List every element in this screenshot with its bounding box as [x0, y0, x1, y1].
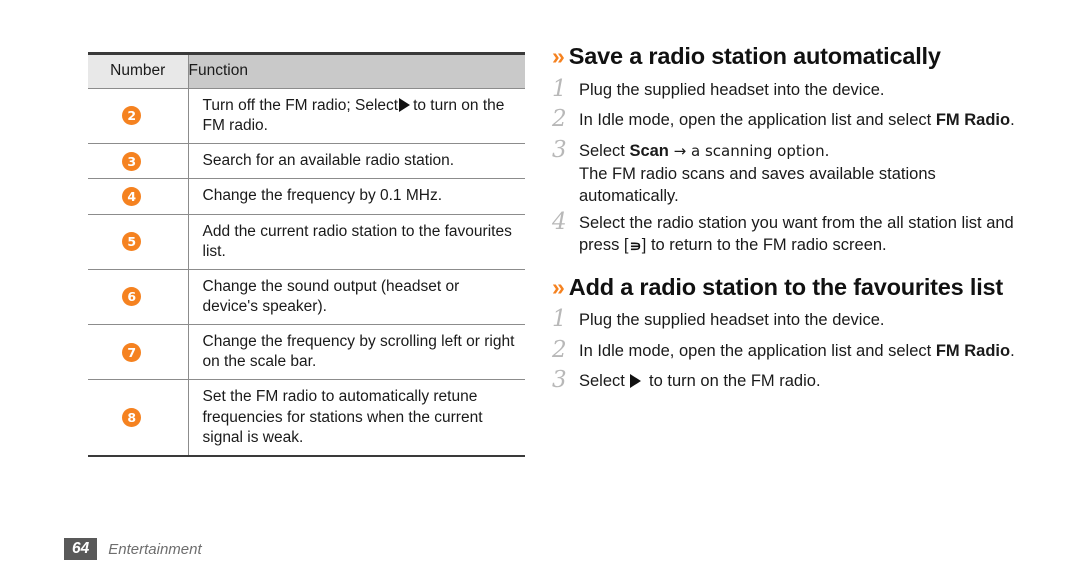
steps-list-save-automatically: 1 Plug the supplied headset into the dev… [552, 75, 1024, 257]
chevron-right-icon: » [552, 273, 565, 300]
step-text-pre: Select [579, 141, 630, 160]
step-text-pre: In Idle mode, open the application list … [579, 111, 936, 130]
step-text-pre: Select [579, 372, 630, 391]
page-number-badge: 64 [64, 538, 98, 561]
step-text-post: . [1010, 341, 1015, 360]
number-badge: 2 [122, 106, 142, 126]
table-header-row: Number Function [88, 52, 525, 89]
table-row: 5 Add the current radio station to the f… [88, 214, 525, 270]
table-row: 3 Search for an available radio station. [88, 143, 525, 180]
row-number-cell: 5 [88, 214, 188, 270]
table-head: Number Function [88, 52, 525, 89]
step-number: 2 [552, 336, 567, 363]
step-text: Plug the supplied headset into the devic… [579, 80, 885, 99]
table-row: 8 Set the FM radio to automatically retu… [88, 379, 525, 457]
step-text: In Idle mode, open the application list … [579, 109, 1024, 132]
number-badge: 5 [122, 232, 142, 252]
chevron-right-icon: » [552, 43, 565, 69]
list-item: 3 Select Scan → a scanning option. The F… [552, 136, 1024, 208]
section-heading-save-automatically: » Save a radio station automatically [552, 43, 1024, 70]
step-text-post: . [1010, 111, 1015, 130]
step-text-pre: In Idle mode, open the application list … [579, 341, 936, 360]
function-text-before: Turn off the FM radio; Select [202, 97, 399, 114]
number-badge: 4 [122, 186, 142, 206]
section-title: Save a radio station automatically [568, 43, 941, 69]
row-number-cell: 4 [88, 178, 188, 215]
step-text-bold: Scan [629, 141, 669, 160]
table-row: 2 Turn off the FM radio; Select to turn o… [88, 88, 525, 145]
step-text: Select the radio station you want from t… [579, 212, 1024, 257]
row-number-cell: 7 [88, 324, 188, 381]
step-text: Select Scan → a scanning option. The FM … [579, 140, 1024, 208]
row-function-cell: Set the FM radio to automatically retune… [187, 379, 525, 457]
table-row: 4 Change the frequency by 0.1 MHz. [88, 178, 525, 215]
column-header-function: Function [187, 52, 525, 89]
step-text-post: → a scanning option. [668, 141, 830, 160]
step-text-post: to turn on the FM radio. [644, 372, 821, 391]
table-row: 7 Change the frequency by scrolling left… [88, 324, 525, 381]
row-function-cell: Change the sound output (headset or devi… [187, 269, 525, 326]
step-number: 3 [552, 136, 567, 163]
list-item: 1 Plug the supplied headset into the dev… [552, 306, 1024, 335]
play-icon [630, 374, 642, 389]
number-badge: 6 [122, 287, 142, 307]
list-item: 2 In Idle mode, open the application lis… [552, 336, 1024, 366]
page-footer: 64 Entertainment [64, 538, 202, 561]
row-function-cell: Search for an available radio station. [187, 143, 525, 180]
instructions-column: » Save a radio station automatically 1 P… [552, 43, 1024, 401]
row-function-cell: Change the frequency by scrolling left o… [187, 324, 525, 381]
column-header-number: Number [88, 52, 188, 89]
step-text: In Idle mode, open the application list … [579, 340, 1024, 363]
row-number-cell: 6 [88, 269, 188, 326]
list-item: 1 Plug the supplied headset into the dev… [552, 75, 1024, 105]
section-title: Add a radio station to the favourites li… [568, 273, 1004, 300]
row-number-cell: 8 [88, 379, 188, 457]
list-item: 3 Select to turn on the FM radio. [552, 367, 1024, 396]
back-key-icon: ∍ [628, 236, 642, 255]
step-text: Select to turn on the FM radio. [579, 370, 1024, 393]
row-number-cell: 2 [88, 88, 188, 145]
number-badge: 8 [122, 407, 142, 427]
step-number: 1 [552, 75, 567, 102]
step-number: 3 [552, 367, 567, 394]
list-item: 4 Select the radio station you want from… [552, 209, 1024, 257]
play-icon [399, 98, 411, 112]
list-item: 2 In Idle mode, open the application lis… [552, 106, 1024, 135]
table-row: 6 Change the sound output (headset or de… [88, 269, 525, 326]
steps-list-add-favourite: 1 Plug the supplied headset into the dev… [552, 306, 1024, 396]
step-note: The FM radio scans and saves available s… [579, 165, 936, 206]
function-table-container: Number Function 2 Turn off the FM radio;… [88, 52, 525, 457]
number-badge: 7 [122, 342, 142, 362]
step-number: 4 [552, 209, 567, 236]
step-text-post: ] to return to the FM radio screen. [641, 235, 887, 254]
step-text: Plug the supplied headset into the devic… [579, 311, 885, 330]
step-number: 1 [552, 306, 567, 333]
row-function-cell: Change the frequency by 0.1 MHz. [187, 178, 525, 215]
step-text-bold: FM Radio [935, 111, 1011, 130]
function-table: Number Function 2 Turn off the FM radio;… [88, 52, 525, 457]
step-number: 2 [552, 106, 567, 133]
row-function-cell: Turn off the FM radio; Select to turn on … [187, 88, 525, 145]
section-heading-add-favourite: » Add a radio station to the favourites … [552, 273, 1024, 301]
table-body: 2 Turn off the FM radio; Select to turn o… [88, 88, 525, 457]
step-text-bold: FM Radio [935, 341, 1011, 360]
chapter-label: Entertainment [108, 540, 202, 558]
row-function-cell: Add the current radio station to the fav… [187, 214, 525, 270]
row-number-cell: 3 [88, 143, 188, 180]
number-badge: 3 [122, 151, 142, 171]
